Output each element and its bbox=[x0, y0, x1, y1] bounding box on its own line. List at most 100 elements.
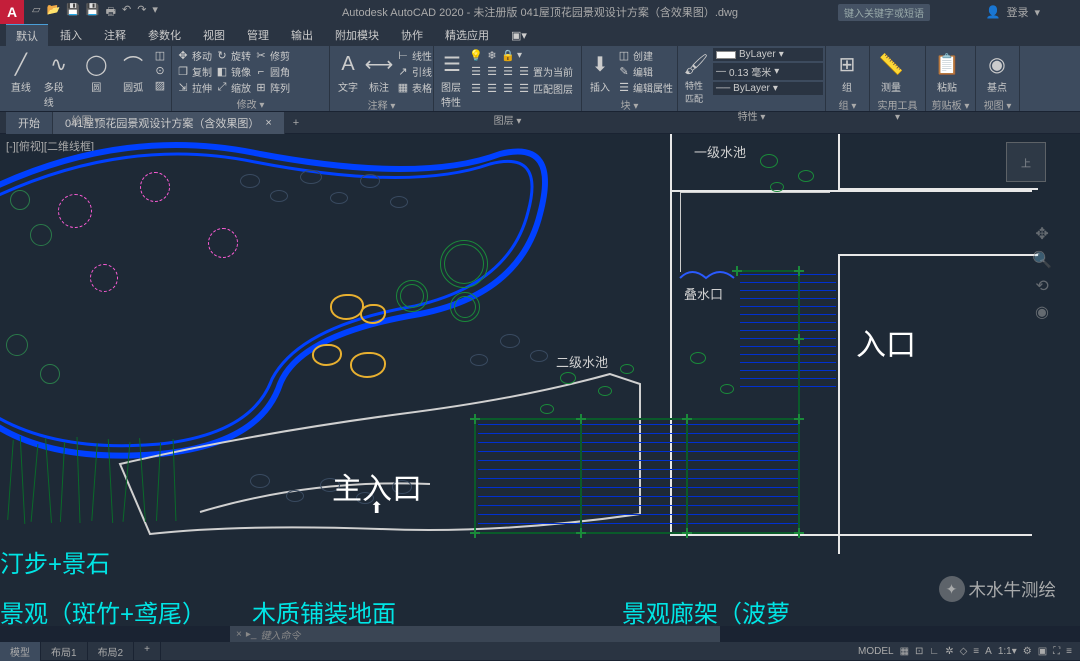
trim-button[interactable]: ✂修剪 bbox=[254, 48, 290, 63]
status-ortho-icon[interactable]: ∟ bbox=[929, 646, 939, 657]
block-editattr[interactable]: ☰编辑属性 bbox=[617, 80, 673, 95]
tab-output[interactable]: 输出 bbox=[281, 24, 323, 46]
polyline-button[interactable]: ∿多段线 bbox=[41, 48, 77, 111]
layout-add[interactable]: + bbox=[134, 642, 161, 661]
layer-selector[interactable]: 💡❄🔒▾ bbox=[469, 48, 577, 62]
app-logo[interactable]: A bbox=[0, 0, 24, 24]
layout-1[interactable]: 布局1 bbox=[41, 642, 88, 661]
nav-wheel-icon[interactable]: ◉ bbox=[1035, 302, 1049, 322]
status-iso-icon[interactable]: ▣ bbox=[1038, 646, 1047, 657]
add-tab-icon[interactable]: + bbox=[285, 114, 307, 132]
linetype-selector[interactable]: ──ByLayer▾ bbox=[713, 82, 823, 95]
line-button[interactable]: ╱直线 bbox=[4, 48, 38, 96]
tab-more-icon[interactable]: ▣▾ bbox=[501, 26, 537, 45]
panel-annot-label[interactable]: 注释 ▾ bbox=[334, 96, 429, 113]
help-icon[interactable]: ▾ bbox=[1034, 6, 1040, 19]
linear-button[interactable]: ⊢线性 bbox=[396, 48, 432, 63]
draw-more1[interactable]: ◫ bbox=[153, 48, 167, 62]
panel-draw-label[interactable]: 绘图 ▾ bbox=[4, 111, 167, 128]
leader-button[interactable]: ↗引线 bbox=[396, 64, 432, 79]
status-anno-icon[interactable]: A bbox=[985, 646, 992, 657]
status-polar-icon[interactable]: ✲ bbox=[945, 646, 953, 657]
tab-addins[interactable]: 附加模块 bbox=[325, 24, 389, 46]
layer-tools[interactable]: ☰☰☰☰置为当前 bbox=[469, 64, 577, 79]
login-link[interactable]: 登录 bbox=[1006, 4, 1028, 20]
qat-save-icon[interactable]: 💾 bbox=[66, 3, 80, 22]
qat-undo-icon[interactable]: ↶ bbox=[122, 3, 131, 22]
nav-zoom-icon[interactable]: 🔍 bbox=[1032, 250, 1052, 270]
close-tab-icon[interactable]: × bbox=[265, 117, 271, 129]
fillet-button[interactable]: ⌐圆角 bbox=[254, 64, 290, 79]
color-selector[interactable]: ByLayer▾ bbox=[713, 48, 823, 61]
block-edit[interactable]: ✎编辑 bbox=[617, 64, 673, 79]
qat-saveas-icon[interactable]: 💾 bbox=[86, 3, 100, 22]
tab-parametric[interactable]: 参数化 bbox=[138, 24, 191, 46]
panel-view-label[interactable]: 视图 ▾ bbox=[980, 96, 1015, 113]
qat-redo-icon[interactable]: ↷ bbox=[137, 3, 146, 22]
draw-more3[interactable]: ▨ bbox=[153, 78, 167, 92]
user-icon[interactable]: 👤 bbox=[986, 5, 1001, 19]
match-button[interactable]: 🖌特性匹配 bbox=[682, 48, 710, 107]
panel-group-label[interactable]: 组 ▾ bbox=[830, 96, 865, 113]
mirror-button[interactable]: ◧镜像 bbox=[215, 64, 251, 79]
tab-insert[interactable]: 插入 bbox=[50, 24, 92, 46]
layer-match[interactable]: ☰☰☰☰匹配图层 bbox=[469, 81, 577, 96]
panel-util-label[interactable]: 实用工具 ▾ bbox=[874, 96, 921, 124]
layerprops-button[interactable]: ☰图层特性 bbox=[438, 48, 466, 111]
status-grid-icon[interactable]: ▦ bbox=[900, 646, 909, 657]
ribbon: ╱直线 ∿多段线 ◯圆 ⌒圆弧 ◫ ⊙ ▨ 绘图 ▾ ✥移动 ❐复制 ⇲拉伸 ↻… bbox=[0, 46, 1080, 112]
paste-button[interactable]: 📋粘贴 bbox=[930, 48, 964, 96]
status-custom-icon[interactable]: ≡ bbox=[1066, 646, 1072, 657]
status-osnap-icon[interactable]: ◇ bbox=[960, 646, 968, 657]
search-box[interactable]: 键入关键字或短语 bbox=[838, 4, 930, 21]
qat-dropdown-icon[interactable]: ▾ bbox=[152, 3, 158, 22]
group-button[interactable]: ⊞组 bbox=[830, 48, 864, 96]
layout-model[interactable]: 模型 bbox=[0, 642, 41, 661]
panel-layers-label[interactable]: 图层 ▾ bbox=[438, 111, 577, 128]
status-gear-icon[interactable]: ⚙ bbox=[1023, 646, 1032, 657]
arc-button[interactable]: ⌒圆弧 bbox=[116, 48, 150, 96]
qat-open-icon[interactable]: 📂 bbox=[46, 3, 60, 22]
block-create[interactable]: ◫创建 bbox=[617, 48, 673, 63]
nav-pan-icon[interactable]: ✥ bbox=[1035, 224, 1048, 244]
tab-manage[interactable]: 管理 bbox=[237, 24, 279, 46]
rotate-button[interactable]: ↻旋转 bbox=[215, 48, 251, 63]
panel-clip-label[interactable]: 剪贴板 ▾ bbox=[930, 96, 971, 113]
drawing-canvas[interactable]: [-][俯视][二维线框] bbox=[0, 134, 1080, 626]
qat-plot-icon[interactable]: 🖶 bbox=[106, 3, 116, 22]
measure-button[interactable]: 📏测量 bbox=[874, 48, 908, 96]
status-snap-icon[interactable]: ⊡ bbox=[915, 646, 923, 657]
panel-props-label[interactable]: 特性 ▾ bbox=[682, 107, 821, 124]
lineweight-selector[interactable]: —0.13 毫米▾ bbox=[713, 63, 823, 80]
panel-block-label[interactable]: 块 ▾ bbox=[586, 96, 673, 113]
text-button[interactable]: A文字 bbox=[334, 48, 362, 96]
scale-button[interactable]: ⤢缩放 bbox=[215, 80, 251, 95]
line-icon: ╱ bbox=[7, 50, 35, 78]
circle-button[interactable]: ◯圆 bbox=[79, 48, 113, 96]
tab-featured[interactable]: 精选应用 bbox=[435, 24, 499, 46]
insert-button[interactable]: ⬇插入 bbox=[586, 48, 614, 96]
layout-2[interactable]: 布局2 bbox=[88, 642, 135, 661]
table-button[interactable]: ▦表格 bbox=[396, 80, 432, 95]
draw-more2[interactable]: ⊙ bbox=[153, 63, 167, 77]
tab-default[interactable]: 默认 bbox=[6, 23, 48, 47]
qat-new-icon[interactable]: ▱ bbox=[32, 3, 40, 22]
viewcube[interactable]: 上 bbox=[1006, 142, 1060, 196]
tab-annotate[interactable]: 注释 bbox=[94, 24, 136, 46]
cmd-close-icon[interactable]: × bbox=[236, 629, 242, 640]
dim-button[interactable]: ⟷标注 bbox=[365, 48, 393, 96]
tab-view[interactable]: 视图 bbox=[193, 24, 235, 46]
status-scale-icon[interactable]: 1:1▾ bbox=[998, 646, 1017, 657]
command-line[interactable]: × ▸_ 键入命令 bbox=[230, 626, 720, 642]
stretch-button[interactable]: ⇲拉伸 bbox=[176, 80, 212, 95]
panel-modify-label[interactable]: 修改 ▾ bbox=[176, 95, 325, 112]
status-lwt-icon[interactable]: ≡ bbox=[973, 646, 979, 657]
status-model-icon[interactable]: MODEL bbox=[858, 646, 894, 657]
array-button[interactable]: ⊞阵列 bbox=[254, 80, 290, 95]
status-clean-icon[interactable]: ⛶ bbox=[1053, 646, 1060, 657]
base-button[interactable]: ◉基点 bbox=[980, 48, 1014, 96]
move-button[interactable]: ✥移动 bbox=[176, 48, 212, 63]
copy-button[interactable]: ❐复制 bbox=[176, 64, 212, 79]
nav-orbit-icon[interactable]: ⟲ bbox=[1035, 276, 1048, 296]
tab-collab[interactable]: 协作 bbox=[391, 24, 433, 46]
